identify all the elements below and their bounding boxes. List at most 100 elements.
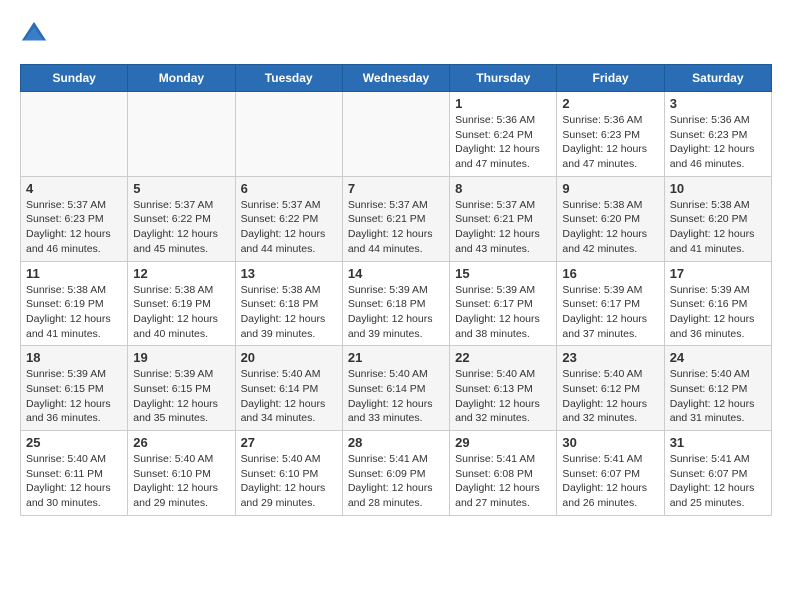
day-number: 19: [133, 350, 229, 365]
calendar-cell: 3 Sunrise: 5:36 AM Sunset: 6:23 PM Daylig…: [664, 92, 771, 177]
week-row-1: 1 Sunrise: 5:36 AM Sunset: 6:24 PM Daylig…: [21, 92, 772, 177]
calendar-cell: 23 Sunrise: 5:40 AM Sunset: 6:12 PM Dayli…: [557, 346, 664, 431]
calendar-cell: 9 Sunrise: 5:38 AM Sunset: 6:20 PM Daylig…: [557, 176, 664, 261]
day-number: 7: [348, 181, 444, 196]
day-number: 31: [670, 435, 766, 450]
calendar-cell: 30 Sunrise: 5:41 AM Sunset: 6:07 PM Dayli…: [557, 431, 664, 516]
day-number: 15: [455, 266, 551, 281]
day-info: Sunrise: 5:40 AM Sunset: 6:12 PM Dayligh…: [670, 367, 766, 426]
calendar-cell: 21Sunrise: 5:40 AM Sunset: 6:14 PM Dayli…: [342, 346, 449, 431]
day-info: Sunrise: 5:37 AM Sunset: 6:21 PM Dayligh…: [348, 198, 444, 257]
day-info: Sunrise: 5:38 AM Sunset: 6:19 PM Dayligh…: [133, 283, 229, 342]
day-info: Sunrise: 5:38 AM Sunset: 6:18 PM Dayligh…: [241, 283, 337, 342]
day-info: Sunrise: 5:36 AM Sunset: 6:23 PM Dayligh…: [670, 113, 766, 172]
day-number: 10: [670, 181, 766, 196]
day-info: Sunrise: 5:37 AM Sunset: 6:21 PM Dayligh…: [455, 198, 551, 257]
day-number: 4: [26, 181, 122, 196]
day-info: Sunrise: 5:39 AM Sunset: 6:17 PM Dayligh…: [562, 283, 658, 342]
calendar-cell: 13 Sunrise: 5:38 AM Sunset: 6:18 PM Dayli…: [235, 261, 342, 346]
logo-icon: [20, 20, 48, 48]
calendar-cell: 28 Sunrise: 5:41 AM Sunset: 6:09 PM Dayli…: [342, 431, 449, 516]
day-number: 17: [670, 266, 766, 281]
calendar-cell: 11Sunrise: 5:38 AM Sunset: 6:19 PM Dayli…: [21, 261, 128, 346]
day-number: 5: [133, 181, 229, 196]
calendar-cell: 8 Sunrise: 5:37 AM Sunset: 6:21 PM Daylig…: [450, 176, 557, 261]
day-number: 9: [562, 181, 658, 196]
day-number: 14: [348, 266, 444, 281]
day-info: Sunrise: 5:37 AM Sunset: 6:22 PM Dayligh…: [241, 198, 337, 257]
day-info: Sunrise: 5:38 AM Sunset: 6:20 PM Dayligh…: [562, 198, 658, 257]
day-info: Sunrise: 5:36 AM Sunset: 6:23 PM Dayligh…: [562, 113, 658, 172]
calendar-cell: 18 Sunrise: 5:39 AM Sunset: 6:15 PM Dayli…: [21, 346, 128, 431]
day-number: 26: [133, 435, 229, 450]
day-number: 18: [26, 350, 122, 365]
day-info: Sunrise: 5:41 AM Sunset: 6:08 PM Dayligh…: [455, 452, 551, 511]
day-number: 25: [26, 435, 122, 450]
day-number: 27: [241, 435, 337, 450]
day-number: 11: [26, 266, 122, 281]
calendar-cell: 31 Sunrise: 5:41 AM Sunset: 6:07 PM Dayli…: [664, 431, 771, 516]
day-number: 2: [562, 96, 658, 111]
calendar-cell: [128, 92, 235, 177]
day-info: Sunrise: 5:40 AM Sunset: 6:14 PM Dayligh…: [241, 367, 337, 426]
calendar-cell: 14 Sunrise: 5:39 AM Sunset: 6:18 PM Dayli…: [342, 261, 449, 346]
weekday-header-tuesday: Tuesday: [235, 65, 342, 92]
week-row-4: 18 Sunrise: 5:39 AM Sunset: 6:15 PM Dayli…: [21, 346, 772, 431]
day-number: 16: [562, 266, 658, 281]
day-number: 24: [670, 350, 766, 365]
weekday-header-sunday: Sunday: [21, 65, 128, 92]
day-info: Sunrise: 5:40 AM Sunset: 6:14 PM Dayligh…: [348, 367, 444, 426]
weekday-header-monday: Monday: [128, 65, 235, 92]
day-info: Sunrise: 5:39 AM Sunset: 6:15 PM Dayligh…: [133, 367, 229, 426]
day-number: 12: [133, 266, 229, 281]
logo: [20, 20, 52, 48]
calendar-cell: 16 Sunrise: 5:39 AM Sunset: 6:17 PM Dayli…: [557, 261, 664, 346]
weekday-header-thursday: Thursday: [450, 65, 557, 92]
day-info: Sunrise: 5:40 AM Sunset: 6:11 PM Dayligh…: [26, 452, 122, 511]
calendar-cell: 20 Sunrise: 5:40 AM Sunset: 6:14 PM Dayli…: [235, 346, 342, 431]
calendar-cell: 7 Sunrise: 5:37 AM Sunset: 6:21 PM Daylig…: [342, 176, 449, 261]
day-info: Sunrise: 5:40 AM Sunset: 6:12 PM Dayligh…: [562, 367, 658, 426]
day-info: Sunrise: 5:39 AM Sunset: 6:18 PM Dayligh…: [348, 283, 444, 342]
day-info: Sunrise: 5:40 AM Sunset: 6:10 PM Dayligh…: [241, 452, 337, 511]
day-info: Sunrise: 5:37 AM Sunset: 6:23 PM Dayligh…: [26, 198, 122, 257]
day-info: Sunrise: 5:41 AM Sunset: 6:07 PM Dayligh…: [562, 452, 658, 511]
calendar-cell: 10 Sunrise: 5:38 AM Sunset: 6:20 PM Dayli…: [664, 176, 771, 261]
week-row-2: 4 Sunrise: 5:37 AM Sunset: 6:23 PM Daylig…: [21, 176, 772, 261]
weekday-header-wednesday: Wednesday: [342, 65, 449, 92]
day-info: Sunrise: 5:41 AM Sunset: 6:07 PM Dayligh…: [670, 452, 766, 511]
calendar-cell: 5Sunrise: 5:37 AM Sunset: 6:22 PM Daylig…: [128, 176, 235, 261]
calendar-cell: 1 Sunrise: 5:36 AM Sunset: 6:24 PM Daylig…: [450, 92, 557, 177]
day-info: Sunrise: 5:39 AM Sunset: 6:16 PM Dayligh…: [670, 283, 766, 342]
day-number: 1: [455, 96, 551, 111]
calendar-cell: 22Sunrise: 5:40 AM Sunset: 6:13 PM Dayli…: [450, 346, 557, 431]
day-info: Sunrise: 5:38 AM Sunset: 6:20 PM Dayligh…: [670, 198, 766, 257]
day-number: 13: [241, 266, 337, 281]
calendar-cell: 19 Sunrise: 5:39 AM Sunset: 6:15 PM Dayli…: [128, 346, 235, 431]
calendar-cell: 24 Sunrise: 5:40 AM Sunset: 6:12 PM Dayli…: [664, 346, 771, 431]
calendar-cell: 6Sunrise: 5:37 AM Sunset: 6:22 PM Daylig…: [235, 176, 342, 261]
calendar-cell: [235, 92, 342, 177]
calendar-cell: 12 Sunrise: 5:38 AM Sunset: 6:19 PM Dayli…: [128, 261, 235, 346]
weekday-header-friday: Friday: [557, 65, 664, 92]
calendar-table: SundayMondayTuesdayWednesdayThursdayFrid…: [20, 64, 772, 516]
day-info: Sunrise: 5:36 AM Sunset: 6:24 PM Dayligh…: [455, 113, 551, 172]
calendar-cell: 25 Sunrise: 5:40 AM Sunset: 6:11 PM Dayli…: [21, 431, 128, 516]
day-number: 30: [562, 435, 658, 450]
calendar-cell: 15 Sunrise: 5:39 AM Sunset: 6:17 PM Dayli…: [450, 261, 557, 346]
calendar-cell: 2 Sunrise: 5:36 AM Sunset: 6:23 PM Daylig…: [557, 92, 664, 177]
day-number: 23: [562, 350, 658, 365]
day-number: 20: [241, 350, 337, 365]
week-row-5: 25 Sunrise: 5:40 AM Sunset: 6:11 PM Dayli…: [21, 431, 772, 516]
calendar-cell: [342, 92, 449, 177]
day-number: 28: [348, 435, 444, 450]
calendar-cell: 26Sunrise: 5:40 AM Sunset: 6:10 PM Dayli…: [128, 431, 235, 516]
calendar-cell: [21, 92, 128, 177]
day-number: 8: [455, 181, 551, 196]
calendar-cell: 4 Sunrise: 5:37 AM Sunset: 6:23 PM Daylig…: [21, 176, 128, 261]
week-row-3: 11 Sunrise: 5:38 AM Sunset: 6:19 PM Dayli…: [21, 261, 772, 346]
day-info: Sunrise: 5:39 AM Sunset: 6:17 PM Dayligh…: [455, 283, 551, 342]
day-info: Sunrise: 5:41 AM Sunset: 6:09 PM Dayligh…: [348, 452, 444, 511]
day-number: 3: [670, 96, 766, 111]
day-info: Sunrise: 5:39 AM Sunset: 6:15 PM Dayligh…: [26, 367, 122, 426]
